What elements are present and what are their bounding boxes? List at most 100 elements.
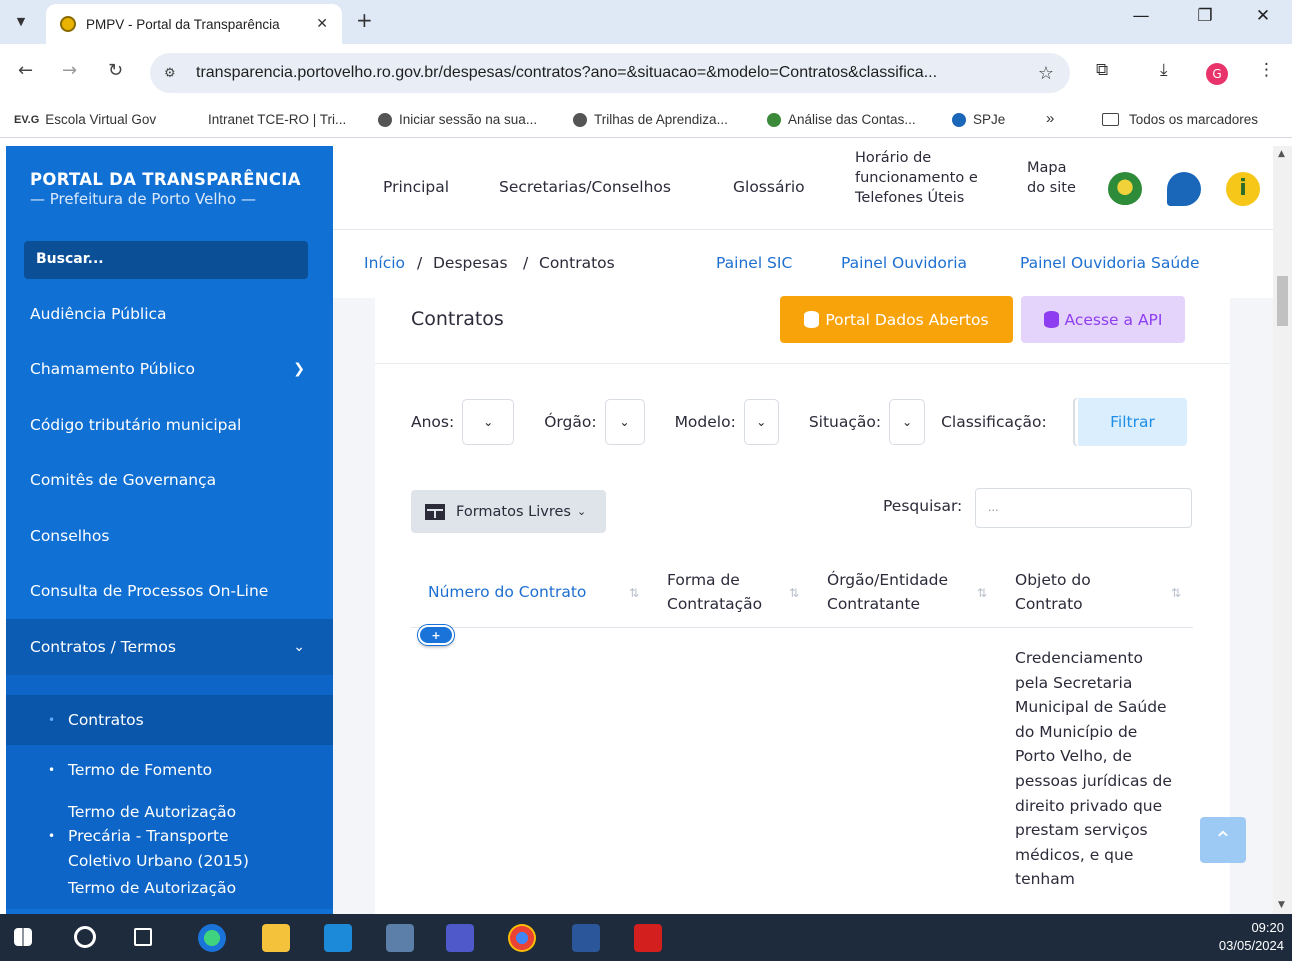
clock-date: 03/05/2024	[1218, 938, 1284, 953]
page-scrollbar[interactable]: ▲ ▼	[1273, 146, 1292, 914]
link-painel-ouvidoria-saude[interactable]: Painel Ouvidoria Saúde	[1020, 254, 1200, 272]
modelo-select[interactable]: ⌄	[743, 399, 779, 445]
bookmark-iniciar-sessao[interactable]: Iniciar sessão na sua...	[378, 112, 537, 127]
bookmark-label: Análise das Contas...	[788, 112, 916, 127]
word-icon[interactable]	[572, 924, 600, 952]
link-painel-ouvidoria[interactable]: Painel Ouvidoria	[841, 254, 967, 272]
edge-icon[interactable]	[198, 924, 226, 952]
nav-horario[interactable]: Horário de funcionamento e Telefones Úte…	[855, 148, 995, 208]
extensions-icon[interactable]: ⧉	[1096, 60, 1108, 80]
scroll-up-arrow-icon[interactable]: ▲	[1278, 149, 1285, 159]
chat-icon[interactable]	[1167, 172, 1201, 206]
sidebar-item-codigo-tributario[interactable]: Código tributário municipal	[6, 397, 333, 453]
bookmark-trilhas[interactable]: Trilhas de Aprendiza...	[573, 112, 728, 127]
downloads-icon[interactable]: ⤓	[1160, 60, 1168, 80]
back-icon[interactable]: ←	[18, 60, 33, 81]
all-bookmarks-label: Todos os marcadores	[1129, 112, 1259, 127]
sidebar-subitem-termo-autorizacao-precaria[interactable]: • Termo de Autorização Precária - Transp…	[6, 795, 333, 879]
scrollbar-thumb[interactable]	[1277, 276, 1288, 326]
sort-icon[interactable]: ⇅	[789, 586, 799, 600]
bullet-icon: •	[48, 829, 56, 844]
col-forma-contratacao[interactable]: Forma de Contratação	[667, 568, 782, 616]
scroll-to-top-button[interactable]: ⌃	[1200, 817, 1246, 863]
close-window-icon[interactable]: ✕	[1240, 6, 1286, 26]
minimize-icon[interactable]: —	[1118, 6, 1164, 26]
all-bookmarks[interactable]: Todos os marcadores	[1102, 112, 1258, 127]
bookmark-analise-contas[interactable]: Análise das Contas...	[767, 112, 916, 127]
sort-icon[interactable]: ⇅	[977, 586, 987, 600]
bookmark-label: Escola Virtual Gov	[45, 112, 157, 127]
nav-glossario[interactable]: Glossário	[733, 178, 805, 196]
col-numero-contrato[interactable]: Número do Contrato	[428, 580, 586, 604]
teams-icon[interactable]	[446, 924, 474, 952]
nav-mapa-site[interactable]: Mapa do site	[1027, 158, 1079, 198]
system-clock[interactable]: 09:20 03/05/2024	[1219, 919, 1284, 955]
chrome-icon[interactable]	[508, 924, 536, 952]
nav-secretarias[interactable]: Secretarias/Conselhos	[499, 178, 671, 196]
bookmarks-bar: EV.G Escola Virtual Gov Intranet TCE-RO …	[0, 102, 1292, 138]
sidebar-subitem-label: Termo de Autorização	[68, 878, 237, 897]
sidebar-item-chamamento-publico[interactable]: Chamamento Público ❯	[6, 342, 333, 398]
scroll-down-arrow-icon[interactable]: ▼	[1278, 900, 1285, 910]
anos-select[interactable]: ⌄	[462, 399, 515, 445]
file-explorer-icon[interactable]	[262, 924, 290, 952]
sidebar-subitem-contratos[interactable]: • Contratos	[6, 694, 333, 745]
breadcrumb-despesas[interactable]: Despesas	[433, 254, 508, 272]
bookmark-escola-virtual[interactable]: EV.G Escola Virtual Gov	[14, 112, 156, 127]
sidebar-search-input[interactable]: Buscar...	[24, 241, 308, 279]
orgao-select[interactable]: ⌄	[604, 399, 645, 445]
portal-logo[interactable]: PORTAL DA TRANSPARÊNCIA — Prefeitura de …	[6, 146, 333, 228]
table-header: Número do Contrato ⇅ Forma de Contrataçã…	[411, 558, 1193, 628]
sort-icon[interactable]: ⇅	[629, 586, 639, 600]
restore-icon[interactable]: ❐	[1182, 6, 1228, 26]
bookmark-intranet[interactable]: Intranet TCE-RO | Tri...	[208, 112, 346, 127]
sidebar-item-consulta-processos[interactable]: Consulta de Processos On-Line	[6, 564, 333, 620]
network-app-icon[interactable]	[386, 924, 414, 952]
sidebar-item-contratos-termos[interactable]: Contratos / Termos ⌄	[6, 619, 333, 675]
sidebar-item-label: Audiência Pública	[30, 304, 167, 323]
info-icon[interactable]: i	[1226, 172, 1260, 206]
reload-icon[interactable]: ↻	[108, 60, 123, 81]
chevron-down-icon: ⌄	[576, 505, 587, 518]
formats-dropdown-button[interactable]: Formatos Livres ⌄	[411, 490, 606, 533]
menu-icon[interactable]: ⋮	[1258, 60, 1275, 80]
clock-time: 09:20	[1251, 920, 1284, 935]
col-objeto-contrato[interactable]: Objeto do Contrato	[1015, 568, 1125, 616]
sidebar-item-label: Comitês de Governança	[30, 471, 217, 490]
site-info-icon[interactable]: ⚙	[164, 66, 184, 81]
sidebar-item-conselhos[interactable]: Conselhos	[6, 508, 333, 564]
api-button[interactable]: Acesse a API	[1021, 296, 1185, 343]
tab-search-button[interactable]: ▼	[8, 8, 34, 34]
situacao-select[interactable]: ⌄	[889, 399, 926, 445]
tab-close-icon[interactable]: ✕	[316, 16, 328, 32]
link-painel-sic[interactable]: Painel SIC	[716, 254, 792, 272]
sort-icon[interactable]: ⇅	[1171, 586, 1181, 600]
mail-icon[interactable]	[324, 924, 352, 952]
open-data-button[interactable]: Portal Dados Abertos	[780, 296, 1013, 343]
windows-start-icon[interactable]	[14, 928, 32, 946]
sidebar-subitem-termo-fomento[interactable]: • Termo de Fomento	[6, 745, 333, 795]
browser-tab[interactable]: PMPV - Portal da Transparência ✕	[46, 4, 342, 44]
url-text[interactable]: transparencia.portovelho.ro.gov.br/despe…	[196, 64, 1038, 82]
col-orgao-entidade[interactable]: Órgão/Entidade Contratante	[827, 568, 967, 616]
acrobat-icon[interactable]	[634, 924, 662, 952]
row-expand-button[interactable]: +	[418, 625, 454, 645]
address-bar[interactable]: ⚙ transparencia.portovelho.ro.gov.br/des…	[150, 53, 1070, 93]
breadcrumb-inicio[interactable]: Início	[364, 254, 405, 272]
task-view-icon[interactable]	[134, 928, 152, 946]
bookmarks-overflow-button[interactable]: »	[1046, 110, 1054, 127]
sidebar-item-comites-governanca[interactable]: Comitês de Governança	[6, 453, 333, 509]
sidebar-subitem-termo-autorizacao[interactable]: Termo de Autorização	[6, 879, 333, 909]
sidebar-item-audiencia-publica[interactable]: Audiência Pública	[6, 286, 333, 342]
bookmark-star-icon[interactable]: ☆	[1038, 63, 1054, 84]
new-tab-button[interactable]: +	[356, 8, 373, 32]
filter-button[interactable]: Filtrar	[1075, 398, 1187, 446]
sidebar-menu: Audiência Pública Chamamento Público ❯ C…	[6, 286, 333, 909]
profile-avatar[interactable]: G	[1206, 63, 1228, 85]
table-search-input[interactable]: ...	[975, 488, 1192, 528]
seal-icon[interactable]	[1108, 172, 1142, 206]
nav-principal[interactable]: Principal	[383, 178, 449, 196]
forward-icon[interactable]: →	[62, 60, 77, 81]
search-icon[interactable]	[74, 926, 96, 948]
bookmark-spje[interactable]: SPJe	[952, 112, 1005, 127]
